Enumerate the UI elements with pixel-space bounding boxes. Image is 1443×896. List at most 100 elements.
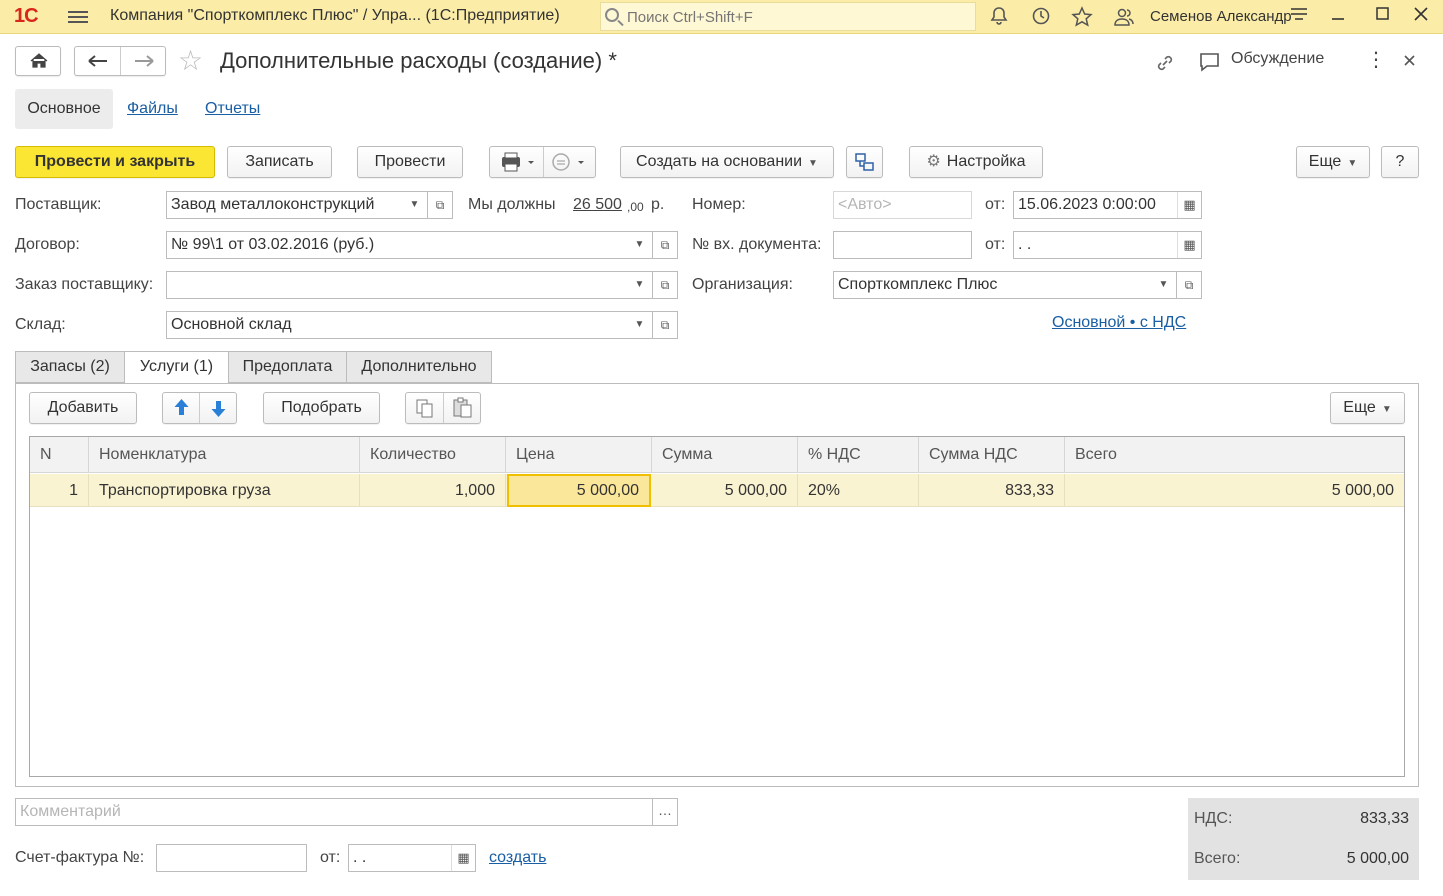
home-button[interactable] [15,46,61,76]
current-user[interactable]: Семенов Александр [1150,8,1292,25]
cell-sum[interactable]: 5 000,00 [652,474,798,507]
discussion-icon[interactable] [1198,51,1222,78]
cell-n[interactable]: 1 [30,474,89,507]
services-table: N Номенклатура Количество Цена Сумма % Н… [29,436,1405,777]
paste-icon [453,397,472,418]
number-field[interactable]: <Авто> [833,191,972,219]
cell-qty[interactable]: 1,000 [360,474,506,507]
move-down-button[interactable] [200,393,237,423]
favorites-star-icon[interactable] [1071,6,1093,28]
comment-expand-button[interactable]: … [652,798,678,826]
tab-reports[interactable]: Отчеты [205,100,260,118]
forward-button[interactable] [121,47,167,75]
column-header-sum[interactable]: Сумма [652,437,798,473]
stamp-button[interactable] [544,147,596,177]
invoice-date-field[interactable]: . . ▦ [348,844,476,872]
cell-total[interactable]: 5 000,00 [1065,474,1404,507]
cell-vat-rate[interactable]: 20% [798,474,919,507]
column-header-vat-rate[interactable]: % НДС [798,437,919,473]
save-button[interactable]: Записать [227,146,332,178]
help-button[interactable]: ? [1381,146,1419,178]
tab-services[interactable]: Услуги (1) [124,351,229,384]
cell-vat-sum[interactable]: 833,33 [919,474,1065,507]
menu-icon[interactable] [68,8,88,26]
column-header-qty[interactable]: Количество [360,437,506,473]
back-button[interactable] [75,47,121,75]
open-icon[interactable]: ⧉ [652,271,678,299]
more-vert-icon[interactable]: ⋮ [1366,49,1386,71]
post-button[interactable]: Провести [357,146,463,178]
calendar-icon[interactable]: ▦ [1177,192,1201,218]
date-field[interactable]: 15.06.2023 0:00:00 ▦ [1013,191,1202,219]
table-row[interactable]: 1 Транспортировка груза 1,000 5 000,00 5… [30,474,1404,507]
column-header-item[interactable]: Номенклатура [89,437,360,473]
discussion-button[interactable]: Обсуждение [1231,50,1324,68]
more-button[interactable]: Еще ▼ [1296,146,1370,178]
maximize-icon[interactable] [1370,4,1396,30]
supplier-field[interactable]: Завод металлоконструкций ▼ [166,191,428,219]
contract-value: № 99\1 от 03.02.2016 (руб.) [171,236,375,253]
tab-main[interactable]: Основное [15,89,113,129]
open-icon[interactable]: ⧉ [652,311,678,339]
order-field[interactable]: ▼ [166,271,653,299]
column-header-total[interactable]: Всего [1065,437,1404,473]
warehouse-field[interactable]: Основной склад ▼ [166,311,653,339]
window-settings-icon[interactable] [1286,4,1312,30]
users-icon[interactable] [1113,6,1135,28]
paste-button[interactable] [444,393,482,423]
global-search[interactable] [600,2,976,31]
bell-icon[interactable] [988,6,1010,28]
organization-field[interactable]: Спорткомплекс Плюс ▼ [833,271,1177,299]
totals-panel: НДС: 833,33 Всего: 5 000,00 [1188,798,1419,880]
post-and-close-button[interactable]: Провести и закрыть [15,146,215,178]
minimize-icon[interactable] [1325,4,1351,30]
table-more-label: Еще [1343,399,1376,416]
copy-button[interactable] [406,393,444,423]
search-input[interactable] [627,7,967,27]
contract-label: Договор: [15,236,80,253]
cell-price[interactable]: 5 000,00 [507,474,651,507]
arrow-left-icon [88,55,107,67]
table-more-button[interactable]: Еще ▼ [1330,392,1405,424]
tab-prepayment[interactable]: Предоплата [228,351,347,383]
invoice-number-field[interactable] [156,844,307,872]
structure-button[interactable] [846,146,883,178]
add-row-button[interactable]: Добавить [29,392,137,424]
favorite-star-icon[interactable]: ☆ [178,46,203,76]
column-header-price[interactable]: Цена [506,437,652,473]
dropdown-arrow-icon[interactable]: ▼ [626,232,652,258]
incoming-doc-field[interactable] [833,231,972,259]
print-button[interactable] [490,147,544,177]
calendar-icon[interactable]: ▦ [1177,232,1201,258]
tab-stocks[interactable]: Запасы (2) [15,351,125,383]
dropdown-arrow-icon[interactable]: ▼ [401,192,427,218]
dropdown-arrow-icon[interactable]: ▼ [626,312,652,338]
link-icon[interactable] [1154,52,1176,79]
we-owe-amount[interactable]: 26 500 [573,196,622,214]
dropdown-arrow-icon[interactable]: ▼ [626,272,652,298]
warehouse-value: Основной склад [171,316,292,333]
settings-button[interactable]: ⚙ Настройка [909,146,1043,178]
pick-button[interactable]: Подобрать [263,392,380,424]
tab-files[interactable]: Файлы [127,100,178,118]
column-header-n[interactable]: N [30,437,89,473]
close-window-icon[interactable] [1408,4,1434,30]
open-icon[interactable]: ⧉ [652,231,678,259]
tab-additional[interactable]: Дополнительно [346,351,492,383]
contract-field[interactable]: № 99\1 от 03.02.2016 (руб.) ▼ [166,231,653,259]
comment-field[interactable]: Комментарий [15,798,653,826]
cell-item[interactable]: Транспортировка груза [89,474,360,507]
incoming-doc-date-field[interactable]: . . ▦ [1013,231,1202,259]
create-invoice-link[interactable]: создать [489,849,546,867]
move-up-button[interactable] [163,393,200,423]
open-icon[interactable]: ⧉ [427,191,453,219]
incoming-doc-date-label: от: [985,236,1006,253]
vat-mode-link[interactable]: Основной • с НДС [1052,314,1186,332]
open-icon[interactable]: ⧉ [1176,271,1202,299]
column-header-vat-sum[interactable]: Сумма НДС [919,437,1065,473]
close-form-icon[interactable] [1403,52,1417,73]
create-based-on-button[interactable]: Создать на основании ▼ [620,146,834,178]
dropdown-arrow-icon[interactable]: ▼ [1150,272,1176,298]
history-icon[interactable] [1030,6,1052,28]
calendar-icon[interactable]: ▦ [451,845,475,871]
